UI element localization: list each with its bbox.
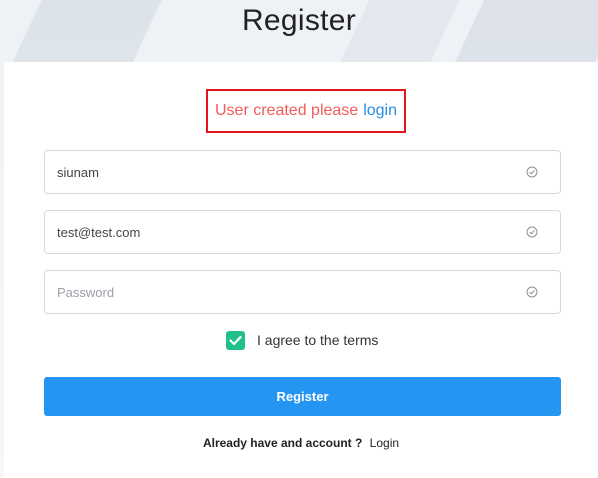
register-page: Register User created please login siuna… xyxy=(0,0,598,478)
terms-row: I agree to the terms xyxy=(226,329,378,351)
password-input[interactable] xyxy=(45,272,505,312)
login-prompt: Already have and account ? Login xyxy=(4,436,598,450)
password-field[interactable] xyxy=(44,270,561,314)
email-field[interactable] xyxy=(44,210,561,254)
register-button[interactable]: Register xyxy=(44,377,561,416)
username-field[interactable] xyxy=(44,150,561,194)
page-title: Register xyxy=(241,4,357,37)
username-input[interactable] xyxy=(45,152,505,192)
register-card: User created please login siunam test@te… xyxy=(4,62,598,478)
notice-message: User created please xyxy=(215,102,359,119)
success-notice: User created please login xyxy=(206,89,406,133)
terms-checkbox[interactable] xyxy=(226,330,245,350)
notice-login-link[interactable]: login xyxy=(363,102,397,120)
login-prompt-text: Already have and account ? xyxy=(202,436,363,450)
terms-label: I agree to the terms xyxy=(257,332,379,348)
footer-login-link[interactable]: Login xyxy=(370,436,399,450)
email-input[interactable] xyxy=(45,212,505,252)
check-circle-icon xyxy=(526,166,538,178)
check-circle-icon xyxy=(526,286,538,298)
checkmark-icon xyxy=(229,335,242,345)
check-circle-icon xyxy=(526,226,538,238)
